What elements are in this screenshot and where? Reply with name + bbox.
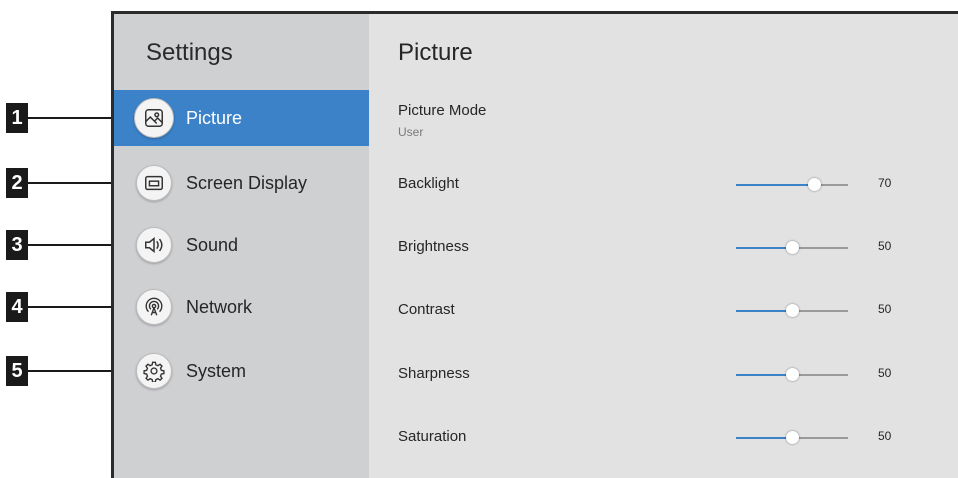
setting-row-backlight: Backlight 70 bbox=[398, 175, 918, 195]
sidebar-item-sound[interactable]: Sound bbox=[114, 217, 369, 273]
setting-row-saturation: Saturation 50 bbox=[398, 428, 918, 448]
setting-label: Brightness bbox=[398, 238, 469, 255]
backlight-slider[interactable] bbox=[736, 178, 848, 191]
gear-icon bbox=[136, 353, 172, 389]
network-icon bbox=[136, 289, 172, 325]
picture-settings-panel: Picture Picture Mode User Backlight 70 B… bbox=[369, 14, 958, 478]
sidebar-item-label: Picture bbox=[186, 107, 243, 128]
setting-value: 50 bbox=[878, 429, 892, 443]
sidebar-item-system[interactable]: System bbox=[114, 343, 369, 399]
setting-label: Contrast bbox=[398, 301, 455, 318]
setting-row-contrast: Contrast 50 bbox=[398, 301, 918, 321]
contrast-slider[interactable] bbox=[736, 304, 848, 317]
slider-knob[interactable] bbox=[808, 178, 822, 191]
callout-2: 2 bbox=[6, 168, 28, 198]
setting-row-sharpness: Sharpness 50 bbox=[398, 365, 918, 385]
sidebar-item-label: Screen Display bbox=[186, 172, 308, 193]
slider-fill bbox=[736, 247, 792, 249]
setting-value: 50 bbox=[878, 366, 892, 380]
slider-knob[interactable] bbox=[786, 241, 799, 254]
slider-knob[interactable] bbox=[786, 431, 799, 444]
picture-mode-label: Picture Mode bbox=[398, 102, 487, 119]
setting-label: Saturation bbox=[398, 428, 467, 445]
setting-value: 50 bbox=[878, 239, 892, 253]
speaker-icon bbox=[136, 227, 172, 263]
callout-3: 3 bbox=[6, 230, 28, 260]
slider-fill bbox=[736, 184, 815, 186]
callout-1: 1 bbox=[6, 103, 28, 133]
sidebar-item-picture[interactable]: Picture bbox=[114, 90, 369, 146]
slider-fill bbox=[736, 310, 792, 312]
setting-label: Sharpness bbox=[398, 365, 470, 382]
brightness-slider[interactable] bbox=[736, 241, 848, 254]
settings-screen: Settings Picture Screen Display Sound Ne… bbox=[111, 11, 958, 478]
sidebar-item-network[interactable]: Network bbox=[114, 279, 369, 335]
slider-fill bbox=[736, 374, 792, 376]
saturation-slider[interactable] bbox=[736, 431, 848, 444]
settings-sidebar: Settings Picture Screen Display Sound Ne… bbox=[114, 14, 369, 478]
callout-5: 5 bbox=[6, 356, 28, 386]
picture-mode-value: User bbox=[398, 125, 424, 139]
setting-label: Backlight bbox=[398, 175, 459, 192]
sidebar-title: Settings bbox=[146, 39, 233, 66]
sidebar-item-label: Sound bbox=[186, 234, 239, 255]
picture-icon bbox=[134, 98, 174, 138]
setting-value: 70 bbox=[878, 176, 892, 190]
sharpness-slider[interactable] bbox=[736, 368, 848, 381]
slider-fill bbox=[736, 437, 792, 439]
slider-knob[interactable] bbox=[786, 304, 799, 317]
screen-display-icon bbox=[136, 165, 172, 201]
sidebar-item-screen-display[interactable]: Screen Display bbox=[114, 155, 369, 211]
slider-knob[interactable] bbox=[786, 368, 799, 381]
sidebar-item-label: Network bbox=[186, 296, 253, 317]
sidebar-item-label: System bbox=[186, 360, 247, 381]
setting-value: 50 bbox=[878, 302, 892, 316]
page-title: Picture bbox=[398, 39, 473, 66]
callout-4: 4 bbox=[6, 292, 28, 322]
setting-row-brightness: Brightness 50 bbox=[398, 238, 918, 258]
